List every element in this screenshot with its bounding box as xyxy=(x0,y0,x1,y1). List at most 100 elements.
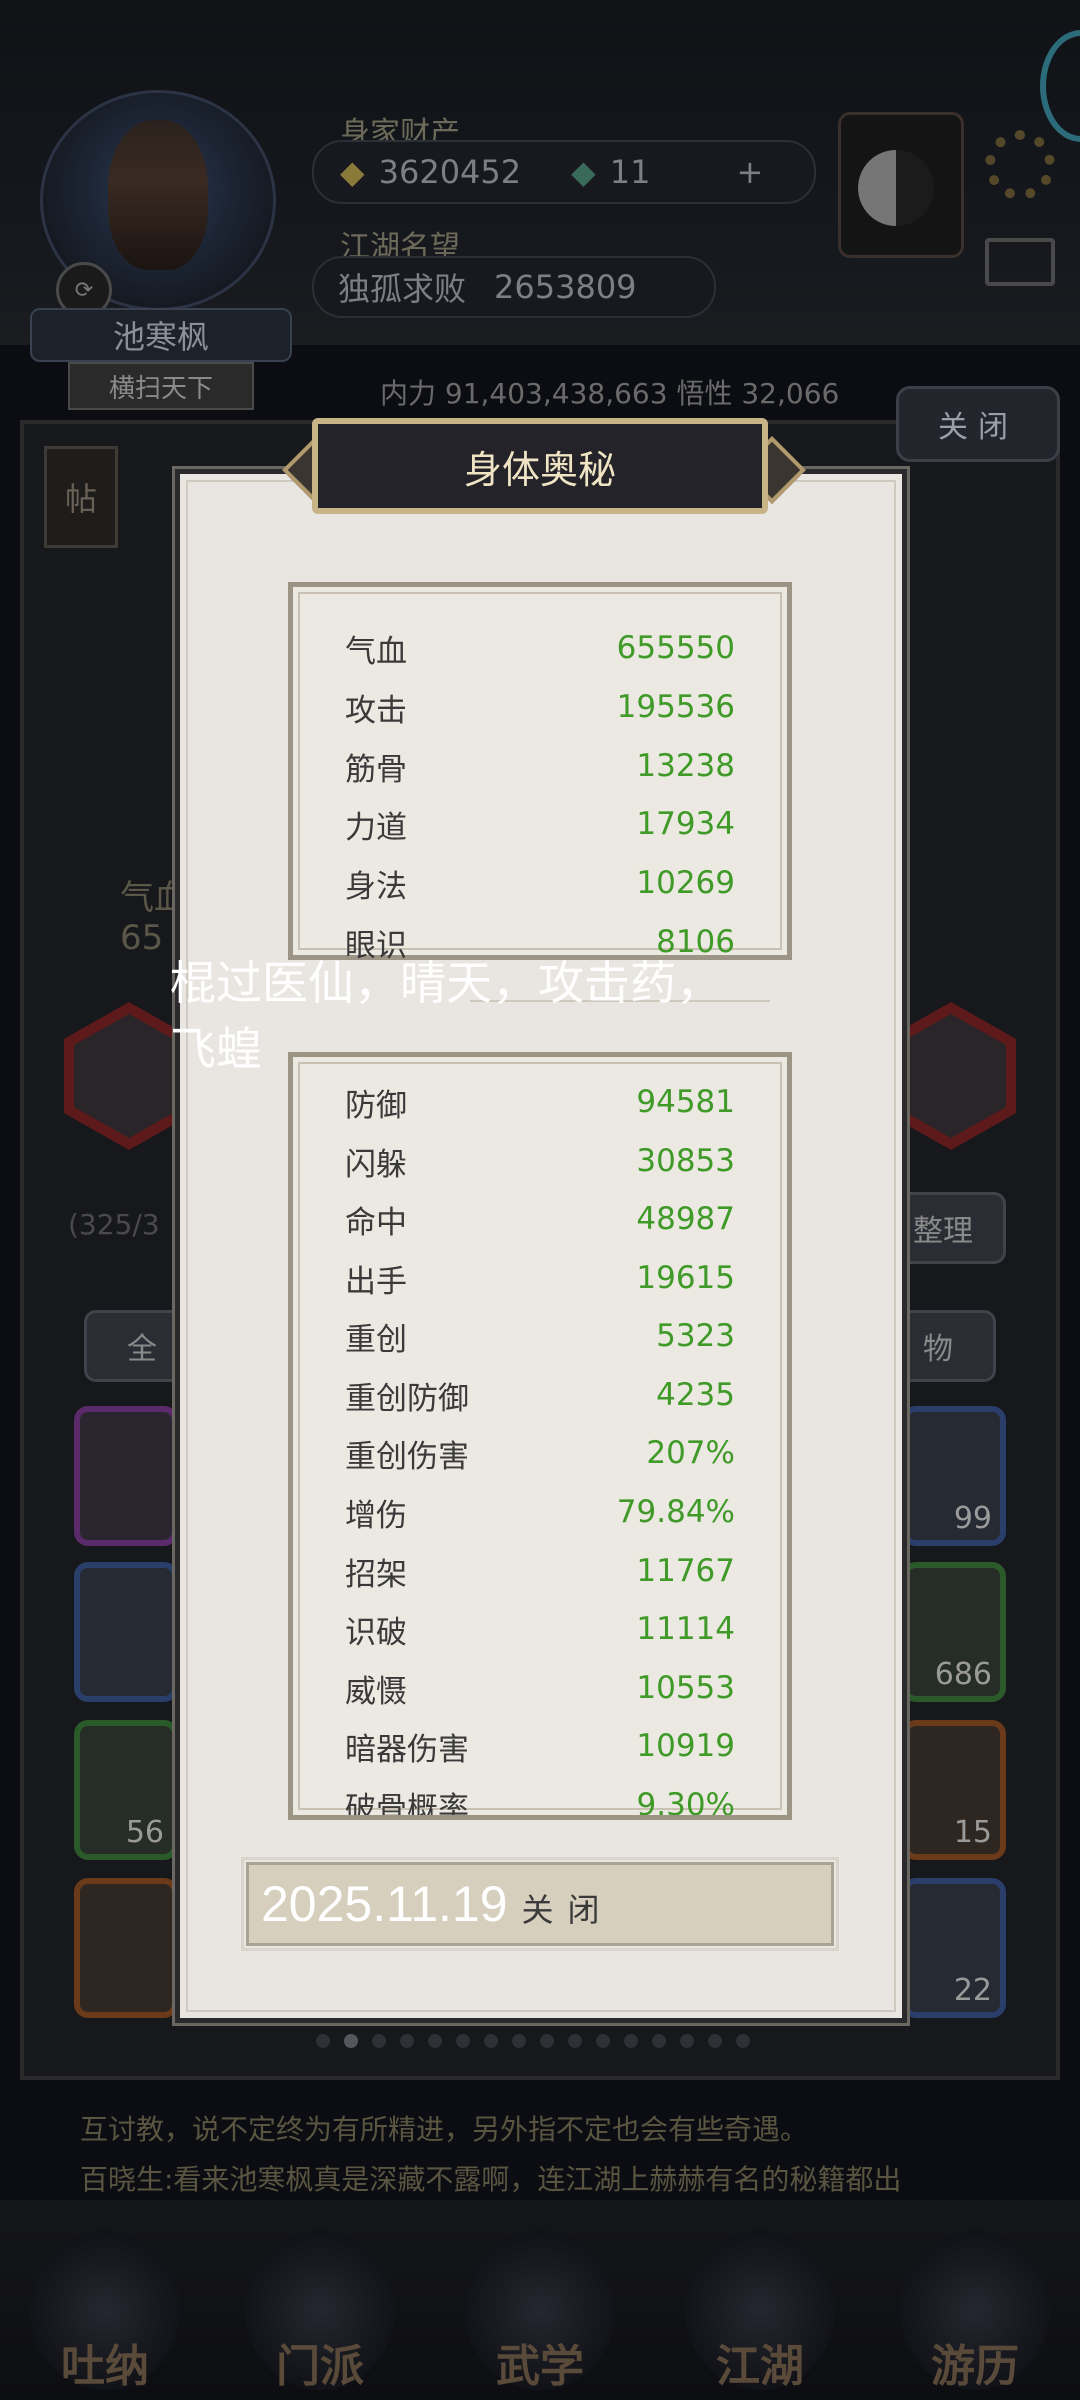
nav-jianghu-label: 江湖 xyxy=(716,2341,804,2392)
gear-icon[interactable] xyxy=(985,130,1055,200)
page-dot[interactable] xyxy=(512,2034,526,2048)
inventory-slot[interactable] xyxy=(74,1406,178,1546)
add-currency-button[interactable]: + xyxy=(736,153,763,191)
stat-label: 重创 xyxy=(345,1321,407,1358)
stat-label: 暗器伤害 xyxy=(345,1731,469,1768)
stat-label: 命中 xyxy=(345,1204,407,1241)
modal-close-button[interactable]: 2025.11.19 关闭 xyxy=(241,1857,839,1951)
nav-menpai-label: 门派 xyxy=(276,2341,364,2392)
item-count: 15 xyxy=(953,1815,992,1850)
page-dot[interactable] xyxy=(708,2034,722,2048)
inventory-slot[interactable]: 56 xyxy=(74,1720,178,1860)
page-dot[interactable] xyxy=(456,2034,470,2048)
page-dot[interactable] xyxy=(316,2034,330,2048)
page-dot[interactable] xyxy=(652,2034,666,2048)
stat-label: 增伤 xyxy=(345,1497,407,1534)
player-name: 池寒枫 xyxy=(30,308,292,362)
page-dot[interactable] xyxy=(484,2034,498,2048)
mail-icon[interactable] xyxy=(985,238,1055,286)
primary-stats-panel: 气血 655550 攻击 195536 筋骨 13238 力道 17934 身法… xyxy=(288,582,792,964)
jade-amount: 11 xyxy=(609,153,651,191)
inventory-slot[interactable] xyxy=(74,1562,178,1702)
item-count: 686 xyxy=(934,1657,992,1692)
item-count: 56 xyxy=(125,1815,164,1850)
log-line: 互讨教，说不定终为有所精进，另外指不定也会有些奇遇。 xyxy=(80,2113,809,2146)
stat-row-parry: 招架 11767 xyxy=(345,1542,735,1600)
stat-row-bonebreak: 破骨概率 9.30% xyxy=(345,1776,735,1815)
stat-label: 重创伤害 xyxy=(345,1438,469,1475)
reputation-rank: 独孤求败 xyxy=(338,270,467,308)
inventory-slot[interactable]: 99 xyxy=(902,1406,1006,1546)
stat-row-damage-bonus: 增伤 79.84% xyxy=(345,1483,735,1541)
stat-label: 闪躲 xyxy=(345,1146,407,1183)
secondary-stats-panel[interactable]: 防御 94581 闪躲 30853 命中 48987 出手 19615 重创 5… xyxy=(288,1052,792,1820)
page-dot[interactable] xyxy=(400,2034,414,2048)
nav-youli-label: 游历 xyxy=(931,2341,1019,2392)
stat-value: 207% xyxy=(646,1435,735,1471)
page-dot[interactable] xyxy=(372,2034,386,2048)
page-dot[interactable] xyxy=(428,2034,442,2048)
inventory-slot[interactable] xyxy=(74,1878,178,2018)
stat-row-speed: 出手 19615 xyxy=(345,1249,735,1307)
stat-value: 13238 xyxy=(636,748,735,784)
page-dot-active[interactable] xyxy=(344,2034,358,2048)
stat-value: 79.84% xyxy=(616,1494,735,1530)
stat-value: 10553 xyxy=(636,1670,735,1706)
player-title: 横扫天下 xyxy=(68,362,254,410)
stat-label: 出手 xyxy=(345,1263,407,1300)
reputation-bar: 独孤求败 2653809 xyxy=(312,256,716,318)
invite-card-button[interactable]: 帖 xyxy=(44,446,118,548)
hp-value-partial: 65 xyxy=(120,918,164,958)
stat-label: 威慑 xyxy=(345,1673,407,1710)
page-dot[interactable] xyxy=(624,2034,638,2048)
inventory-slot[interactable]: 22 xyxy=(902,1878,1006,2018)
stat-label: 攻击 xyxy=(345,692,407,729)
stat-value: 195536 xyxy=(616,689,735,725)
close-panel-button[interactable]: 关闭 xyxy=(896,386,1060,462)
stat-value: 17934 xyxy=(636,806,735,842)
inventory-slot[interactable]: 686 xyxy=(902,1562,1006,1702)
annotation-note: 棍过医仙，晴天，攻击药，飞蝗 xyxy=(170,956,722,1076)
page-indicator xyxy=(316,2034,750,2048)
inventory-slot[interactable]: 15 xyxy=(902,1720,1006,1860)
inventory-capacity: (325/3 xyxy=(68,1208,160,1241)
stat-label: 身法 xyxy=(345,868,407,905)
page-dot[interactable] xyxy=(568,2034,582,2048)
stat-row-hidden-weapon: 暗器伤害 10919 xyxy=(345,1717,735,1775)
close-label: 关闭 xyxy=(521,1891,614,1929)
stat-row-critical: 重创 5323 xyxy=(345,1307,735,1365)
stat-value: 30853 xyxy=(636,1143,735,1179)
stat-row-dodge: 闪躲 30853 xyxy=(345,1132,735,1190)
stat-value: 10269 xyxy=(636,865,735,901)
stat-row-strength: 力道 17934 xyxy=(345,795,735,853)
gold-amount: 3620452 xyxy=(378,153,522,191)
stat-row-hp: 气血 655550 xyxy=(345,619,735,677)
taichi-icon xyxy=(858,150,934,226)
stat-label: 气血 xyxy=(345,633,407,670)
stat-row-critical-defense: 重创防御 4235 xyxy=(345,1366,735,1424)
stat-label: 招架 xyxy=(345,1556,407,1593)
page-dot[interactable] xyxy=(680,2034,694,2048)
nav-wuxue-label: 武学 xyxy=(496,2341,584,2392)
stat-row-agility: 身法 10269 xyxy=(345,854,735,912)
page-dot[interactable] xyxy=(736,2034,750,2048)
stat-value: 19615 xyxy=(636,1260,735,1296)
jade-icon: ◆ xyxy=(571,153,596,191)
stat-label: 防御 xyxy=(345,1087,407,1124)
page-dot[interactable] xyxy=(540,2034,554,2048)
stat-value: 4235 xyxy=(656,1377,735,1413)
avatar-portrait xyxy=(108,120,208,270)
stat-value: 11767 xyxy=(636,1553,735,1589)
stat-value: 11114 xyxy=(636,1611,735,1647)
stat-label: 力道 xyxy=(345,809,407,846)
stat-value: 5323 xyxy=(656,1318,735,1354)
page-dot[interactable] xyxy=(596,2034,610,2048)
item-count: 99 xyxy=(953,1501,992,1536)
wealth-bar: ◆ 3620452 ◆ 11 + xyxy=(312,140,816,204)
log-line: 百晓生:看来池寒枫真是深藏不露啊，连江湖上赫赫有名的秘籍都出 xyxy=(80,2163,902,2196)
stat-value: 48987 xyxy=(636,1201,735,1237)
stat-row-attack: 攻击 195536 xyxy=(345,678,735,736)
stat-row-accuracy: 命中 48987 xyxy=(345,1190,735,1248)
stat-label: 识破 xyxy=(345,1614,407,1651)
nav-tuna-label: 吐纳 xyxy=(61,2341,149,2392)
